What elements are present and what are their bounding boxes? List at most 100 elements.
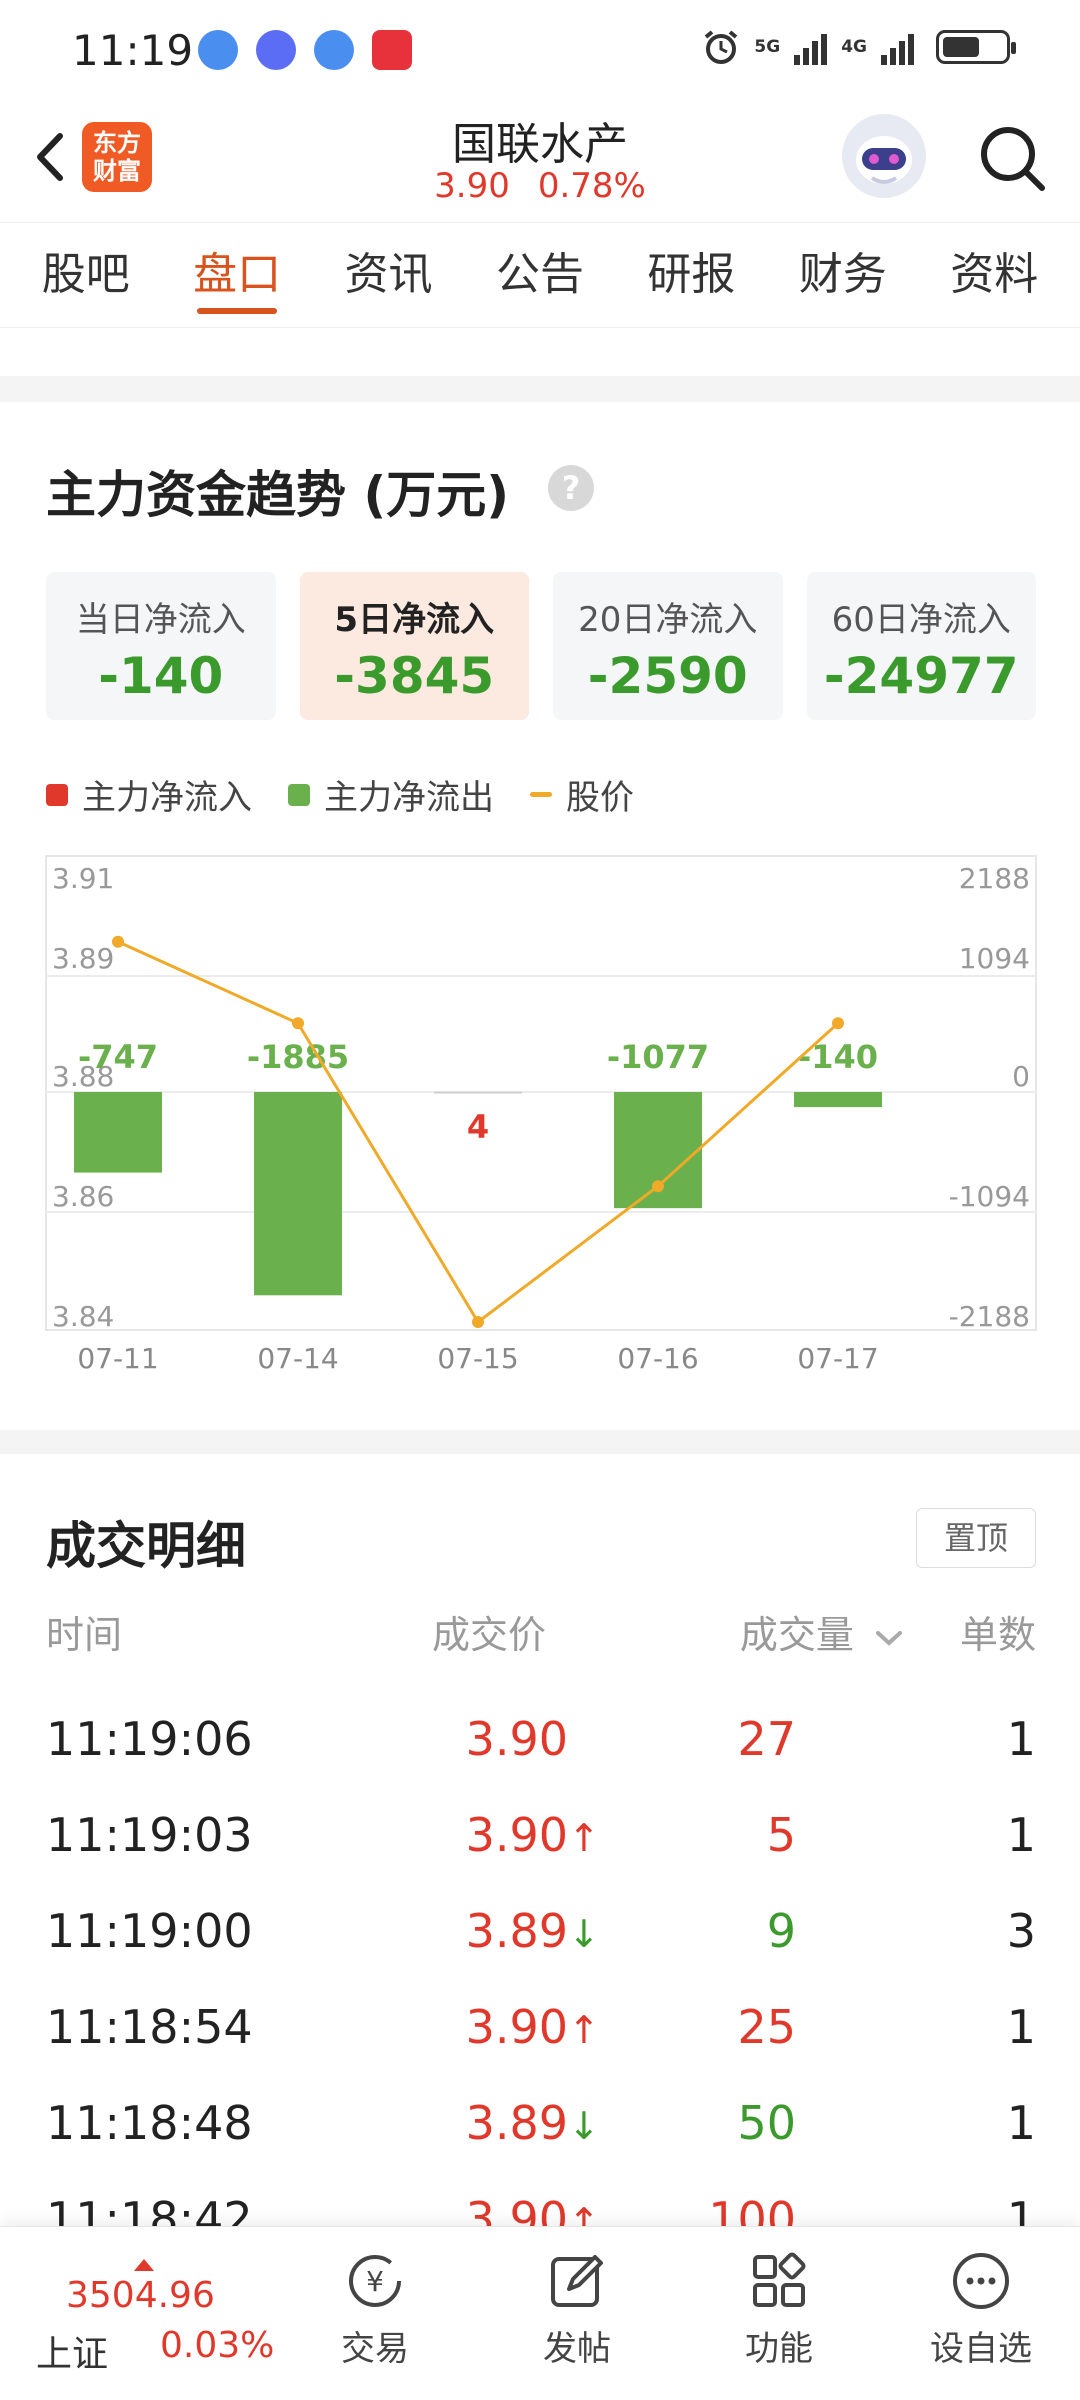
tab-bar: 股吧 盘口 资讯 公告 研报 财务 资料 — [0, 222, 1080, 328]
search-icon[interactable] — [976, 122, 1050, 196]
post-icon — [551, 2255, 603, 2307]
y-left-tick-label: 3.91 — [52, 862, 114, 895]
trade-volume: 25 — [737, 2000, 796, 2054]
bar-value-label: 4 — [467, 1108, 489, 1146]
assistant-avatar-icon[interactable] — [842, 114, 926, 198]
trade-price-cell: 3.89↓ — [465, 1904, 600, 1958]
function-icon — [753, 2252, 806, 2307]
trade-time: 11:19:06 — [46, 1712, 253, 1766]
x-tick-label: 07-15 — [437, 1342, 518, 1375]
card-today[interactable]: 当日净流入 -140 — [46, 572, 276, 720]
more-icon — [953, 2253, 1009, 2309]
trade-count: 1 — [1006, 1712, 1036, 1766]
trade-price: 3.90 — [465, 1712, 568, 1766]
card-value: -140 — [98, 647, 224, 705]
card-value: -24977 — [823, 647, 1019, 705]
notification-icons — [198, 30, 412, 70]
fund-flow-chart: 3.913.893.883.863.84218810940-1094-2188-… — [45, 855, 1037, 1375]
bar-value-label: -140 — [798, 1038, 878, 1076]
trade-volume: 9 — [766, 1904, 796, 1958]
trade-price: 3.90 — [465, 2000, 568, 2054]
network-5g-label: 5G — [754, 37, 781, 57]
price-point — [112, 935, 124, 948]
chart-legend: 主力净流入 主力净流出 股价 — [46, 770, 634, 819]
trade-time: 11:18:48 — [46, 2096, 253, 2150]
trade-price: 3.89 — [465, 2096, 568, 2150]
legend-swatch — [530, 792, 552, 797]
nav-function[interactable]: 功能 — [704, 2235, 854, 2385]
index-change: 0.03% — [160, 2325, 275, 2366]
nav-label: 发帖 — [543, 2329, 611, 2369]
legend-label: 股价 — [566, 778, 634, 818]
trade-count: 3 — [1006, 1904, 1036, 1958]
flow-bar — [74, 1092, 162, 1173]
bar-value-label: -747 — [78, 1038, 158, 1076]
bar-value-label: -1885 — [247, 1038, 349, 1076]
tab-guba[interactable]: 股吧 — [32, 222, 140, 328]
tab-finance[interactable]: 财务 — [789, 222, 897, 328]
pin-to-top-button[interactable]: 置顶 — [916, 1508, 1036, 1568]
index-value: 3504.96 — [66, 2275, 215, 2316]
trade-time: 11:19:00 — [46, 1904, 253, 1958]
section-divider — [0, 376, 1080, 402]
bar-value-label: -1077 — [607, 1038, 709, 1076]
arrow-down-icon: ↓ — [568, 2104, 600, 2148]
y-right-tick-label: -2188 — [949, 1300, 1030, 1333]
arrow-down-icon: ↓ — [568, 1912, 600, 1956]
trade-count: 1 — [1006, 2000, 1036, 2054]
fund-flow-title: 主力资金趋势 (万元) — [46, 466, 510, 524]
arrow-up-icon: ↑ — [568, 2008, 600, 2052]
nav-label: 交易 — [341, 2329, 409, 2369]
trade-count: 1 — [1006, 2096, 1036, 2150]
nav-add-watchlist[interactable]: 设自选 — [906, 2235, 1056, 2385]
table-row: 11:18:54 3.90↑ 25 1 — [46, 2000, 1036, 2096]
trade-count: 1 — [1006, 1808, 1036, 1862]
nav-trade[interactable]: ¥ 交易 — [300, 2235, 450, 2385]
trade-detail-title: 成交明细 — [46, 1517, 246, 1575]
arrow-up-icon: ↑ — [568, 1816, 600, 1860]
legend-outflow: 主力净流出 — [288, 770, 494, 819]
card-label: 当日净流入 — [75, 600, 246, 640]
trade-time: 11:18:54 — [46, 2000, 253, 2054]
x-tick-label: 07-16 — [617, 1342, 698, 1375]
network-4g-label: 4G — [841, 37, 867, 57]
y-left-tick-label: 3.86 — [52, 1180, 114, 1213]
help-icon[interactable]: ? — [548, 465, 594, 511]
table-row: 11:18:48 3.89↓ 50 1 — [46, 2096, 1036, 2192]
tab-profile[interactable]: 资料 — [940, 222, 1048, 328]
trade-price: 3.89 — [465, 1904, 568, 1958]
signal-icon — [794, 29, 828, 65]
card-5day[interactable]: 5日净流入 -3845 — [299, 572, 529, 720]
music-notification-icon — [256, 30, 296, 70]
y-right-tick-label: -1094 — [949, 1180, 1030, 1213]
x-tick-label: 07-11 — [77, 1342, 158, 1375]
nav-label: 设自选 — [930, 2329, 1032, 2369]
tab-pankou[interactable]: 盘口 — [183, 222, 291, 328]
card-60day[interactable]: 60日净流入 -24977 — [806, 572, 1036, 720]
alarm-icon — [705, 30, 738, 64]
legend-label: 主力净流入 — [82, 778, 252, 818]
status-right: 5G 4G — [702, 28, 1016, 66]
trade-table-body: 11:19:06 3.90 27 1 11:19:03 3.90↑ 5 1 11:19:00 3.… — [46, 1712, 1036, 2288]
trade-volume: 50 — [737, 2096, 796, 2150]
tab-announcement[interactable]: 公告 — [486, 222, 594, 328]
x-tick-label: 07-17 — [797, 1342, 878, 1375]
battery-icon — [936, 30, 1016, 64]
nav-label: 功能 — [745, 2329, 813, 2369]
card-20day[interactable]: 20日净流入 -2590 — [553, 572, 783, 720]
tab-news[interactable]: 资讯 — [335, 222, 443, 328]
nav-post[interactable]: 发帖 — [502, 2235, 652, 2385]
table-row: 11:19:03 3.90↑ 5 1 — [46, 1808, 1036, 1904]
col-volume-sort[interactable]: 成交量 — [740, 1604, 906, 1659]
legend-inflow: 主力净流入 — [46, 770, 252, 819]
card-label: 60日净流入 — [831, 600, 1011, 640]
card-value: -3845 — [334, 647, 495, 705]
net-inflow-cards: 当日净流入 -140 5日净流入 -3845 20日净流入 -2590 60日净… — [46, 572, 1036, 720]
legend-swatch — [46, 783, 68, 806]
price-point — [652, 1180, 664, 1193]
trade-table-header: 时间 成交价 成交量 单数 — [46, 1604, 1036, 1664]
table-row: 11:19:00 3.89↓ 9 3 — [46, 1904, 1036, 2000]
tab-research[interactable]: 研报 — [637, 222, 745, 328]
legend-label: 主力净流出 — [324, 778, 494, 818]
col-volume: 成交量 — [739, 1613, 854, 1657]
